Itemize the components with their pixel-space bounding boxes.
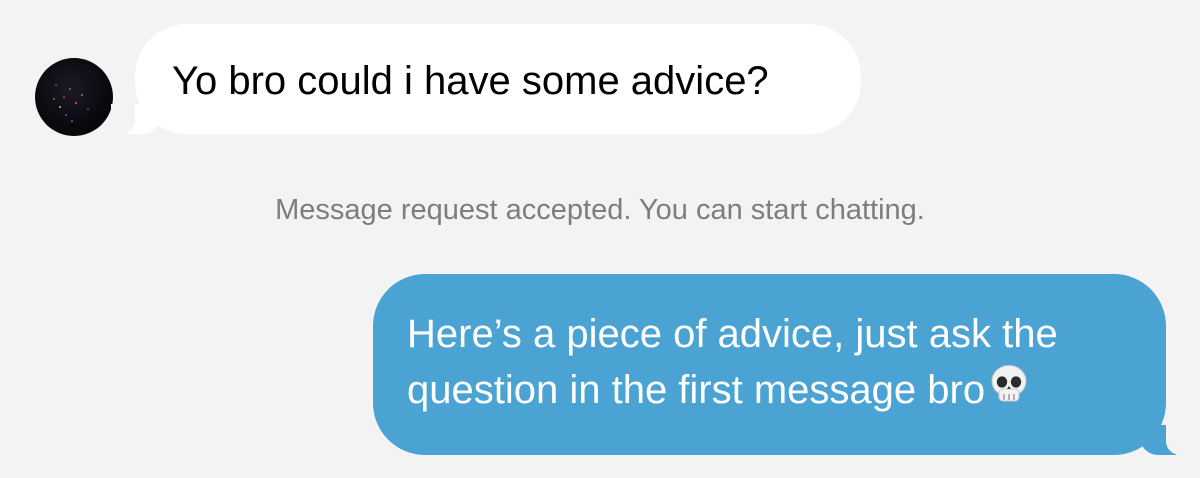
outgoing-message-line-1: Here’s a piece of advice, just ask the: [407, 312, 1058, 356]
system-notice-text: Message request accepted. You can start …: [275, 194, 925, 226]
outgoing-message-bubble[interactable]: Here’s a piece of advice, just ask the q…: [373, 274, 1190, 455]
outgoing-message-text: Here’s a piece of advice, just ask the q…: [407, 306, 1147, 422]
outgoing-message-line-2: question in the first message bro: [407, 362, 1147, 422]
incoming-message-text: Yo bro could i have some advice?: [172, 59, 769, 103]
incoming-message-bubble[interactable]: Yo bro could i have some advice?: [111, 24, 861, 134]
system-notice: Message request accepted. You can start …: [0, 192, 1200, 228]
sender-avatar[interactable]: [35, 58, 113, 136]
skull-emoji-icon: [987, 363, 1031, 422]
outgoing-message-line-2-text: question in the first message bro: [407, 368, 986, 412]
